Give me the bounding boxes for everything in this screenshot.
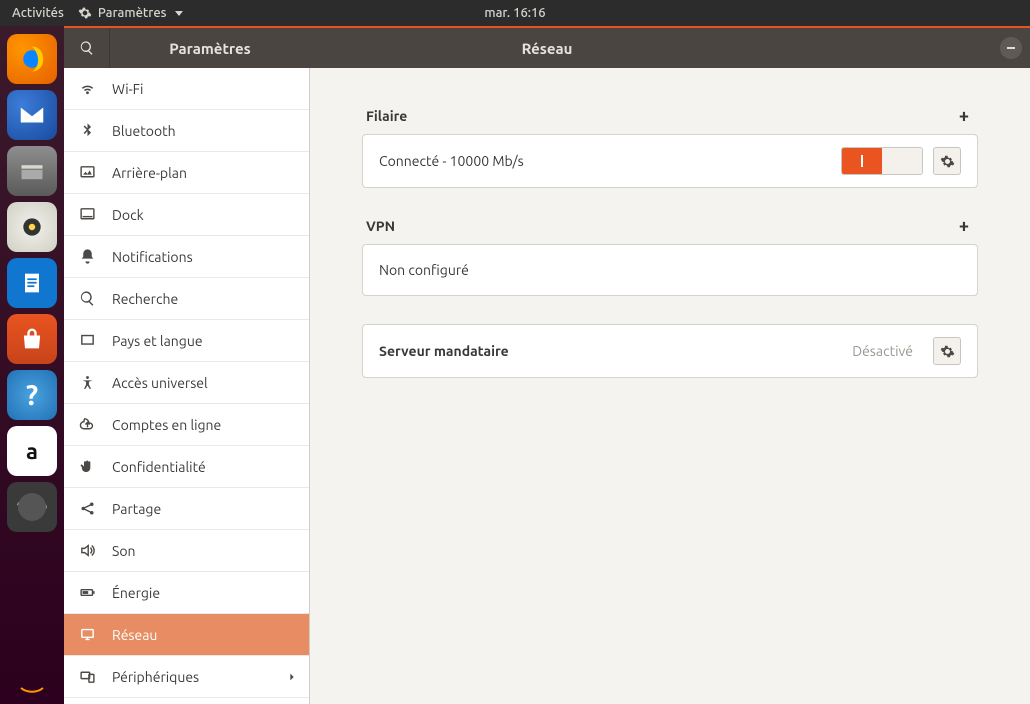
sidebar-item-network[interactable]: Réseau [64,614,309,656]
header-bar: Paramètres Réseau [64,28,1030,68]
activities-button[interactable]: Activités [12,6,64,20]
sidebar-item-label: Partage [112,501,161,517]
sidebar-item-dock[interactable]: Dock [64,194,309,236]
network-icon [78,626,96,644]
gear-icon [78,6,92,20]
gear-icon [940,154,955,169]
chevron-down-icon [175,11,183,16]
hand-icon [78,458,96,476]
speaker-icon [78,542,96,560]
minimize-button[interactable] [1000,37,1022,59]
share-icon [78,500,96,518]
sidebar-item-label: Accès universel [112,375,208,391]
bell-icon [78,248,96,266]
sidebar-item-label: Bluetooth [112,123,176,139]
sidebar-item-privacy[interactable]: Confidentialité [64,446,309,488]
sidebar-item-label: Pays et langue [112,333,203,349]
proxy-title: Serveur mandataire [379,343,509,359]
sidebar-item-sound[interactable]: Son [64,530,309,572]
sidebar-item-label: Comptes en ligne [112,417,221,433]
wired-section-title: Filaire [366,108,407,124]
gear-icon [940,344,955,359]
sidebar-item-devices[interactable]: Périphériques [64,656,309,698]
search-button[interactable] [64,28,110,68]
sidebar-item-wifi[interactable]: Wi-Fi [64,68,309,110]
wired-card: Connecté - 10000 Mb/s [362,134,978,188]
dock-thunderbird[interactable] [7,90,57,140]
network-panel: Filaire + Connecté - 10000 Mb/s [310,68,1030,704]
battery-icon [78,584,96,602]
add-vpn-button[interactable]: + [954,216,974,236]
search-icon [78,290,96,308]
sidebar-item-power[interactable]: Énergie [64,572,309,614]
dock-amazon[interactable]: a [7,426,57,476]
sidebar-item-accessibility[interactable]: Accès universel [64,362,309,404]
app-menu-button[interactable]: Paramètres [78,6,183,20]
activities-label: Activités [12,6,64,20]
vpn-status: Non configuré [379,262,469,278]
chevron-right-icon [287,669,297,685]
sidebar-item-label: Recherche [112,291,178,307]
sidebar-item-online-accounts[interactable]: Comptes en ligne [64,404,309,446]
dock-files[interactable] [7,146,57,196]
wifi-icon [78,80,96,98]
dock-ubuntu-software[interactable] [7,314,57,364]
sidebar-item-search[interactable]: Recherche [64,278,309,320]
wired-status: Connecté - 10000 Mb/s [379,153,524,169]
proxy-status: Désactivé [852,343,913,359]
settings-window: Paramètres Réseau Wi-Fi Bluetooth Arrièr… [64,26,1030,704]
dock-icon [78,206,96,224]
launcher-dock: ? a 🔧 [0,26,64,704]
cloud-sync-icon [78,416,96,434]
sidebar-item-background[interactable]: Arrière-plan [64,152,309,194]
sidebar-item-label: Son [112,543,136,559]
sidebar-item-label: Arrière-plan [112,165,187,181]
wired-settings-button[interactable] [933,147,961,175]
dock-rhythmbox[interactable] [7,202,57,252]
vpn-section-title: VPN [366,218,395,234]
sidebar-item-region[interactable]: Pays et langue [64,320,309,362]
proxy-settings-button[interactable] [933,337,961,365]
devices-icon [78,668,96,686]
vpn-card: Non configuré [362,244,978,296]
sidebar-item-label: Dock [112,207,144,223]
add-wired-button[interactable]: + [954,106,974,126]
gnome-top-bar: Activités Paramètres mar. 16:16 [0,0,1030,26]
bluetooth-icon [78,122,96,140]
sidebar-item-bluetooth[interactable]: Bluetooth [64,110,309,152]
accessibility-icon [78,374,96,392]
sidebar-item-notifications[interactable]: Notifications [64,236,309,278]
clock[interactable]: mar. 16:16 [484,6,545,20]
sidebar-item-label: Énergie [112,585,160,601]
sidebar-item-label: Notifications [112,249,193,265]
wired-toggle[interactable] [841,147,923,175]
sidebar-item-label: Réseau [112,627,157,643]
sidebar-item-label: Wi-Fi [112,81,143,97]
background-icon [78,164,96,182]
dock-settings[interactable]: 🔧 [7,482,57,532]
dock-help[interactable]: ? [7,370,57,420]
dock-firefox[interactable] [7,34,57,84]
sidebar-item-label: Périphériques [112,669,199,685]
app-menu-label: Paramètres [98,6,167,20]
globe-icon [78,332,96,350]
sidebar-title: Paramètres [110,40,310,57]
sidebar-item-label: Confidentialité [112,459,206,475]
search-icon [79,40,95,56]
panel-title: Réseau [522,40,573,57]
settings-sidebar: Wi-Fi Bluetooth Arrière-plan Dock Notifi… [64,68,310,704]
sidebar-item-sharing[interactable]: Partage [64,488,309,530]
proxy-card: Serveur mandataire Désactivé [362,324,978,378]
dock-libreoffice-writer[interactable] [7,258,57,308]
